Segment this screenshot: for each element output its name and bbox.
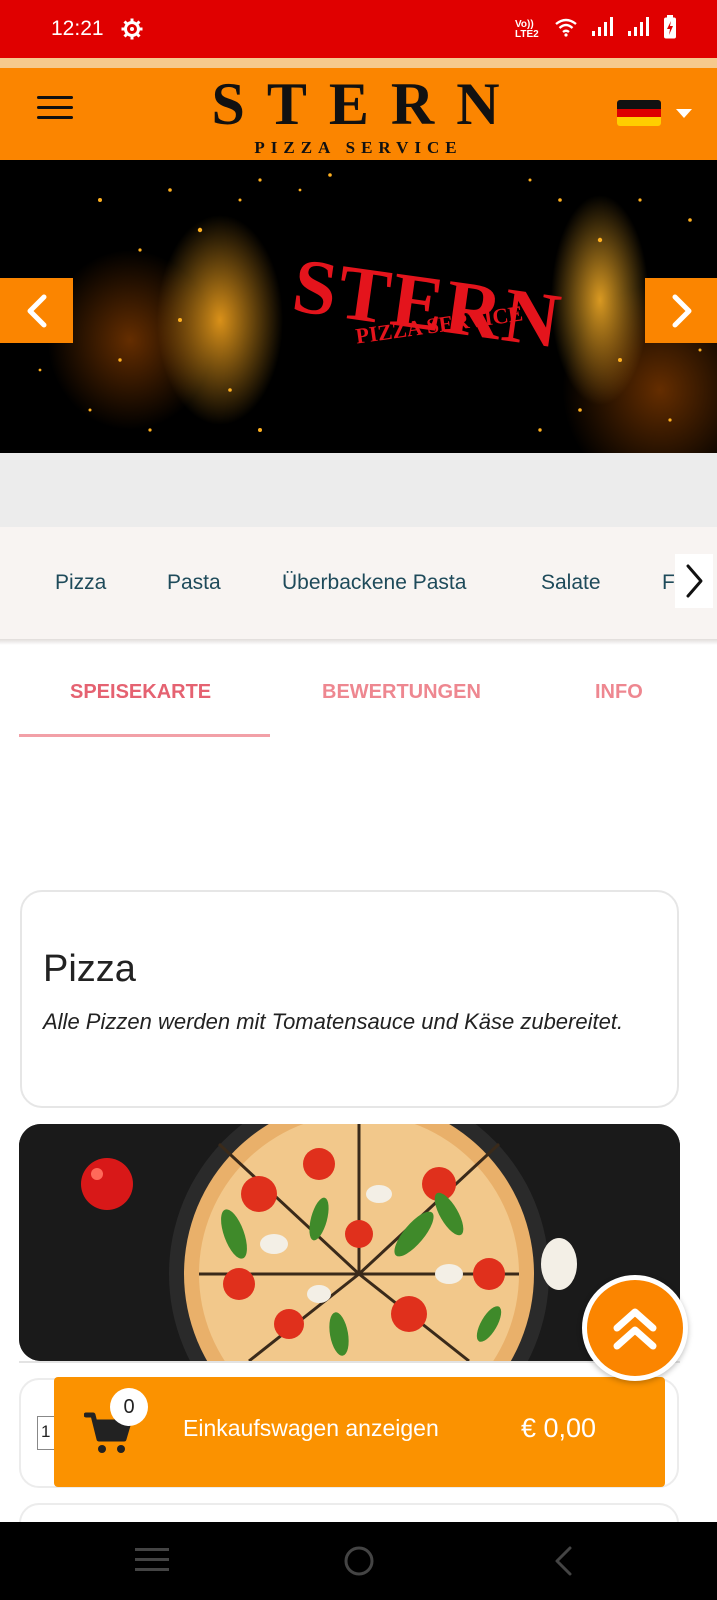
- signal-strength-icon: [591, 17, 613, 42]
- slider-next-button[interactable]: [645, 278, 717, 343]
- pizza-photo-illustration: [19, 1124, 680, 1361]
- home-icon[interactable]: [343, 1545, 375, 1582]
- scroll-to-top-button[interactable]: [582, 1275, 688, 1381]
- category-scroll-next-button[interactable]: [675, 554, 713, 608]
- hero-logo: STERN PIZZA SERVICE: [288, 240, 600, 380]
- category-ueberbackene-pasta[interactable]: Überbackene Pasta: [282, 571, 466, 595]
- active-tab-indicator: [19, 734, 270, 737]
- brand-logo-subtitle: PIZZA SERVICE: [254, 138, 463, 157]
- tab-info[interactable]: INFO: [595, 681, 643, 704]
- recent-apps-icon[interactable]: [135, 1545, 169, 1580]
- german-flag-icon[interactable]: [617, 100, 661, 126]
- double-chevron-up-icon: [613, 1308, 657, 1350]
- slider-prev-button[interactable]: [0, 278, 73, 343]
- hero-banner: STERN PIZZA SERVICE: [0, 160, 717, 453]
- section-divider: [19, 1361, 680, 1363]
- status-bar: 12:21 Vo)) LTE2: [0, 0, 717, 58]
- category-pasta[interactable]: Pasta: [167, 571, 221, 595]
- menu-section-description: Alle Pizzen werden mit Tomatensauce und …: [43, 1009, 624, 1034]
- header-accent-line: [0, 58, 717, 68]
- language-dropdown-chevron-icon[interactable]: [676, 109, 692, 118]
- chevron-right-icon: [686, 564, 703, 598]
- cart-total: € 0,00: [521, 1413, 597, 1443]
- menu-section-title: Pizza: [43, 948, 136, 990]
- brand-logo-title[interactable]: STERN: [0, 70, 717, 139]
- spacer-band: [0, 453, 717, 527]
- pizza-section-image: [19, 1124, 680, 1361]
- settings-gear-icon: [121, 18, 143, 45]
- cart-count-badge: 0: [110, 1388, 148, 1426]
- back-icon[interactable]: [552, 1545, 574, 1582]
- wifi-icon: [555, 17, 577, 42]
- category-nav: Pizza Pasta Überbackene Pasta Salate F: [0, 527, 717, 639]
- category-next-partial[interactable]: F: [662, 571, 675, 595]
- cart-label: Einkaufswagen anzeigen: [183, 1415, 439, 1441]
- chevron-left-icon: [27, 294, 46, 327]
- cart-button[interactable]: 0 Einkaufswagen anzeigen € 0,00: [54, 1377, 665, 1487]
- app-header: STERN PIZZA SERVICE: [0, 68, 717, 160]
- menu-section-card: Pizza Alle Pizzen werden mit Tomatensauc…: [20, 890, 679, 1108]
- category-nav-shadow: [0, 639, 717, 645]
- tab-bewertungen[interactable]: BEWERTUNGEN: [322, 681, 481, 704]
- category-salate[interactable]: Salate: [541, 571, 601, 595]
- status-time: 12:21: [51, 17, 104, 40]
- hero-logo-title: STERN: [287, 240, 568, 365]
- volte-indicator: Vo)) LTE2: [515, 18, 539, 40]
- battery-charging-icon: [663, 15, 677, 44]
- chevron-right-icon: [672, 294, 691, 327]
- status-icons: Vo)) LTE2: [515, 15, 677, 44]
- signal-strength-icon-2: [627, 17, 649, 42]
- system-navigation-bar: [0, 1522, 717, 1600]
- category-pizza[interactable]: Pizza: [55, 571, 106, 595]
- tab-speisekarte[interactable]: SPEISEKARTE: [70, 681, 211, 704]
